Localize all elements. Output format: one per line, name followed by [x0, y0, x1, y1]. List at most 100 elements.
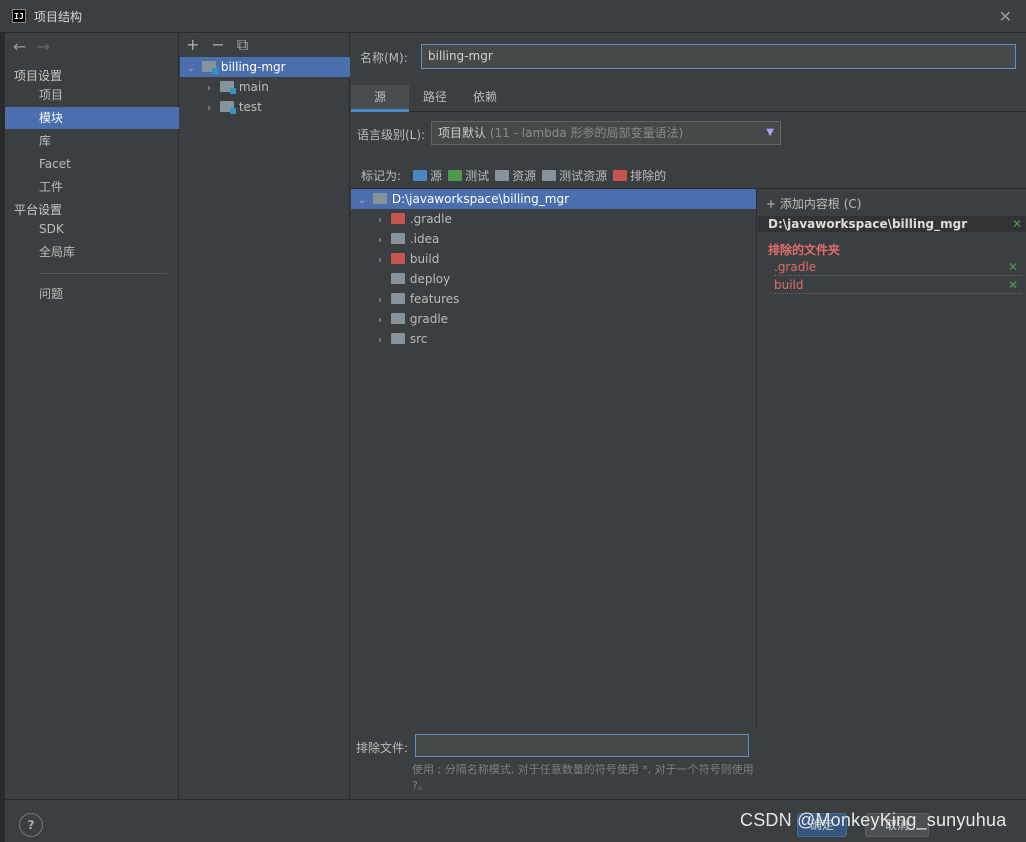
- chevron-right-icon[interactable]: ›: [373, 311, 387, 331]
- tree-row[interactable]: › .gradle: [351, 209, 756, 229]
- settings-sidebar: ← → 项目设置 项目 模块 库 Facet 工件 平台设置 SDK 全局库 问题: [5, 33, 179, 799]
- module-detail-panel: 名称(M): billing-mgr 源 路径 依赖 语言级别(L): 项目默认…: [351, 33, 1026, 799]
- module-folder-icon: [219, 81, 236, 94]
- folder-icon: [390, 273, 405, 284]
- tree-row[interactable]: › features: [351, 289, 756, 309]
- exclude-files-hint: 使用 ; 分隔名称模式, 对于任意数量的符号使用 *, 对于一个符号则使用 ?。: [412, 763, 754, 792]
- chevron-down-icon[interactable]: ⌄: [184, 59, 198, 79]
- forward-arrow-icon[interactable]: →: [36, 37, 49, 56]
- language-level-detail: (11 - lambda 形参的局部变量语法): [489, 126, 684, 140]
- chevron-right-icon[interactable]: ›: [202, 79, 216, 99]
- excluded-folder-icon: [390, 213, 405, 224]
- tests-folder-icon: [448, 170, 463, 181]
- title-bar: IJ 项目结构 ✕: [0, 0, 1026, 33]
- module-row-main[interactable]: › main: [180, 77, 350, 97]
- module-folder-icon: [219, 101, 236, 114]
- module-tabs: 源 路径 依赖: [351, 85, 1026, 112]
- nav-arrows: ← →: [13, 37, 60, 56]
- sidebar-item-global-libraries[interactable]: 全局库: [5, 241, 179, 263]
- module-folder-icon: [201, 61, 218, 74]
- tree-row[interactable]: › build: [351, 249, 756, 269]
- modules-toolbar: + − ⧉: [186, 35, 260, 55]
- dropdown-caret-icon: ▼: [766, 127, 774, 138]
- tab-sources[interactable]: 源: [351, 85, 409, 112]
- window-title: 项目结构: [34, 9, 83, 24]
- module-name-input[interactable]: billing-mgr: [421, 44, 1016, 69]
- platform-settings-header: 平台设置: [14, 203, 63, 217]
- module-name: main: [238, 80, 269, 94]
- close-icon[interactable]: ✕: [999, 7, 1012, 26]
- excluded-folder-item[interactable]: build ✕: [774, 277, 1022, 294]
- tree-row[interactable]: › gradle: [351, 309, 756, 329]
- module-row-test[interactable]: › test: [180, 97, 350, 117]
- tab-dependencies[interactable]: 依赖: [461, 85, 509, 112]
- folder-icon: [390, 313, 405, 324]
- excluded-folder-icon: [613, 170, 628, 181]
- sidebar-item-sdk[interactable]: SDK: [5, 218, 179, 240]
- mark-as-label: 标记为:: [361, 169, 402, 183]
- name-label: 名称(M):: [360, 51, 408, 65]
- folder-icon: [390, 293, 405, 304]
- sidebar-item-artifacts[interactable]: 工件: [5, 176, 179, 198]
- language-level-select[interactable]: 项目默认 (11 - lambda 形参的局部变量语法) ▼: [431, 121, 781, 145]
- mark-as-row: 标记为: 源 测试 资源 测试资源 排除的: [361, 167, 672, 184]
- chevron-right-icon[interactable]: ›: [373, 231, 387, 251]
- dialog-footer: ? 确定 取消 CSDN @MonkeyKing_sunyuhua: [5, 799, 1026, 842]
- content-roots-panel: + 添加内容根 (C) D:\javaworkspace\billing_mgr…: [758, 188, 1026, 799]
- mark-sources-button[interactable]: 源: [413, 167, 442, 184]
- remove-icon[interactable]: −: [211, 35, 224, 54]
- sidebar-item-libraries[interactable]: 库: [5, 130, 179, 152]
- language-level-label: 语言级别(L):: [357, 128, 426, 142]
- intellij-logo-icon: IJ: [12, 9, 26, 23]
- chevron-right-icon[interactable]: ›: [373, 331, 387, 351]
- chevron-right-icon[interactable]: ›: [202, 99, 216, 119]
- copy-icon[interactable]: ⧉: [237, 35, 248, 54]
- plus-icon: +: [766, 197, 780, 211]
- language-level-value: 项目默认: [438, 126, 487, 140]
- add-icon[interactable]: +: [186, 35, 199, 54]
- modules-panel: + − ⧉ ⌄ billing-mgr › main › test: [180, 33, 350, 799]
- mark-tests-button[interactable]: 测试: [448, 167, 489, 184]
- module-row-billing-mgr[interactable]: ⌄ billing-mgr: [180, 57, 350, 77]
- exclude-files-input[interactable]: [415, 734, 749, 757]
- excluded-folder-icon: [390, 253, 405, 264]
- folder-icon: [390, 333, 405, 344]
- excluded-folders-title: 排除的文件夹: [768, 243, 841, 257]
- sidebar-divider: [39, 273, 167, 274]
- sidebar-item-facet[interactable]: Facet: [5, 153, 179, 175]
- tree-row[interactable]: › deploy: [351, 269, 756, 289]
- excluded-folder-item[interactable]: .gradle ✕: [774, 259, 1022, 276]
- remove-excluded-icon[interactable]: ✕: [1008, 277, 1018, 293]
- tree-row[interactable]: › src: [351, 329, 756, 349]
- sources-folder-icon: [413, 170, 428, 181]
- remove-excluded-icon[interactable]: ✕: [1008, 259, 1018, 275]
- add-content-root-button[interactable]: + 添加内容根 (C): [766, 195, 861, 212]
- folder-icon: [372, 193, 387, 204]
- mark-resources-button[interactable]: 资源: [495, 167, 536, 184]
- module-name: test: [238, 100, 262, 114]
- chevron-right-icon[interactable]: ›: [373, 211, 387, 231]
- sidebar-item-problems[interactable]: 问题: [5, 283, 179, 305]
- help-icon[interactable]: ?: [19, 813, 43, 837]
- back-arrow-icon[interactable]: ←: [13, 37, 26, 56]
- tab-paths[interactable]: 路径: [411, 85, 459, 112]
- chevron-right-icon[interactable]: ›: [373, 291, 387, 311]
- folder-icon: [390, 233, 405, 244]
- tree-root-row[interactable]: ⌄ D:\javaworkspace\billing_mgr: [351, 189, 756, 209]
- remove-root-icon[interactable]: ✕: [1012, 216, 1022, 232]
- chevron-right-icon[interactable]: ›: [373, 251, 387, 271]
- test-resources-folder-icon: [542, 170, 557, 181]
- csdn-watermark: CSDN @MonkeyKing_sunyuhua: [740, 810, 1007, 830]
- mark-test-resources-button[interactable]: 测试资源: [542, 167, 607, 184]
- project-settings-header: 项目设置: [14, 69, 63, 83]
- mark-excluded-button[interactable]: 排除的: [613, 167, 666, 184]
- resources-folder-icon: [495, 170, 510, 181]
- tree-row[interactable]: › .idea: [351, 229, 756, 249]
- chevron-down-icon[interactable]: ⌄: [355, 191, 369, 211]
- content-root-path[interactable]: D:\javaworkspace\billing_mgr ✕: [758, 216, 1026, 232]
- sidebar-item-modules[interactable]: 模块: [5, 107, 179, 129]
- module-name: billing-mgr: [220, 60, 286, 74]
- content-tree: ⌄ D:\javaworkspace\billing_mgr › .gradle…: [351, 188, 757, 728]
- sidebar-item-project[interactable]: 项目: [5, 84, 179, 106]
- exclude-files-label: 排除文件:: [356, 741, 409, 755]
